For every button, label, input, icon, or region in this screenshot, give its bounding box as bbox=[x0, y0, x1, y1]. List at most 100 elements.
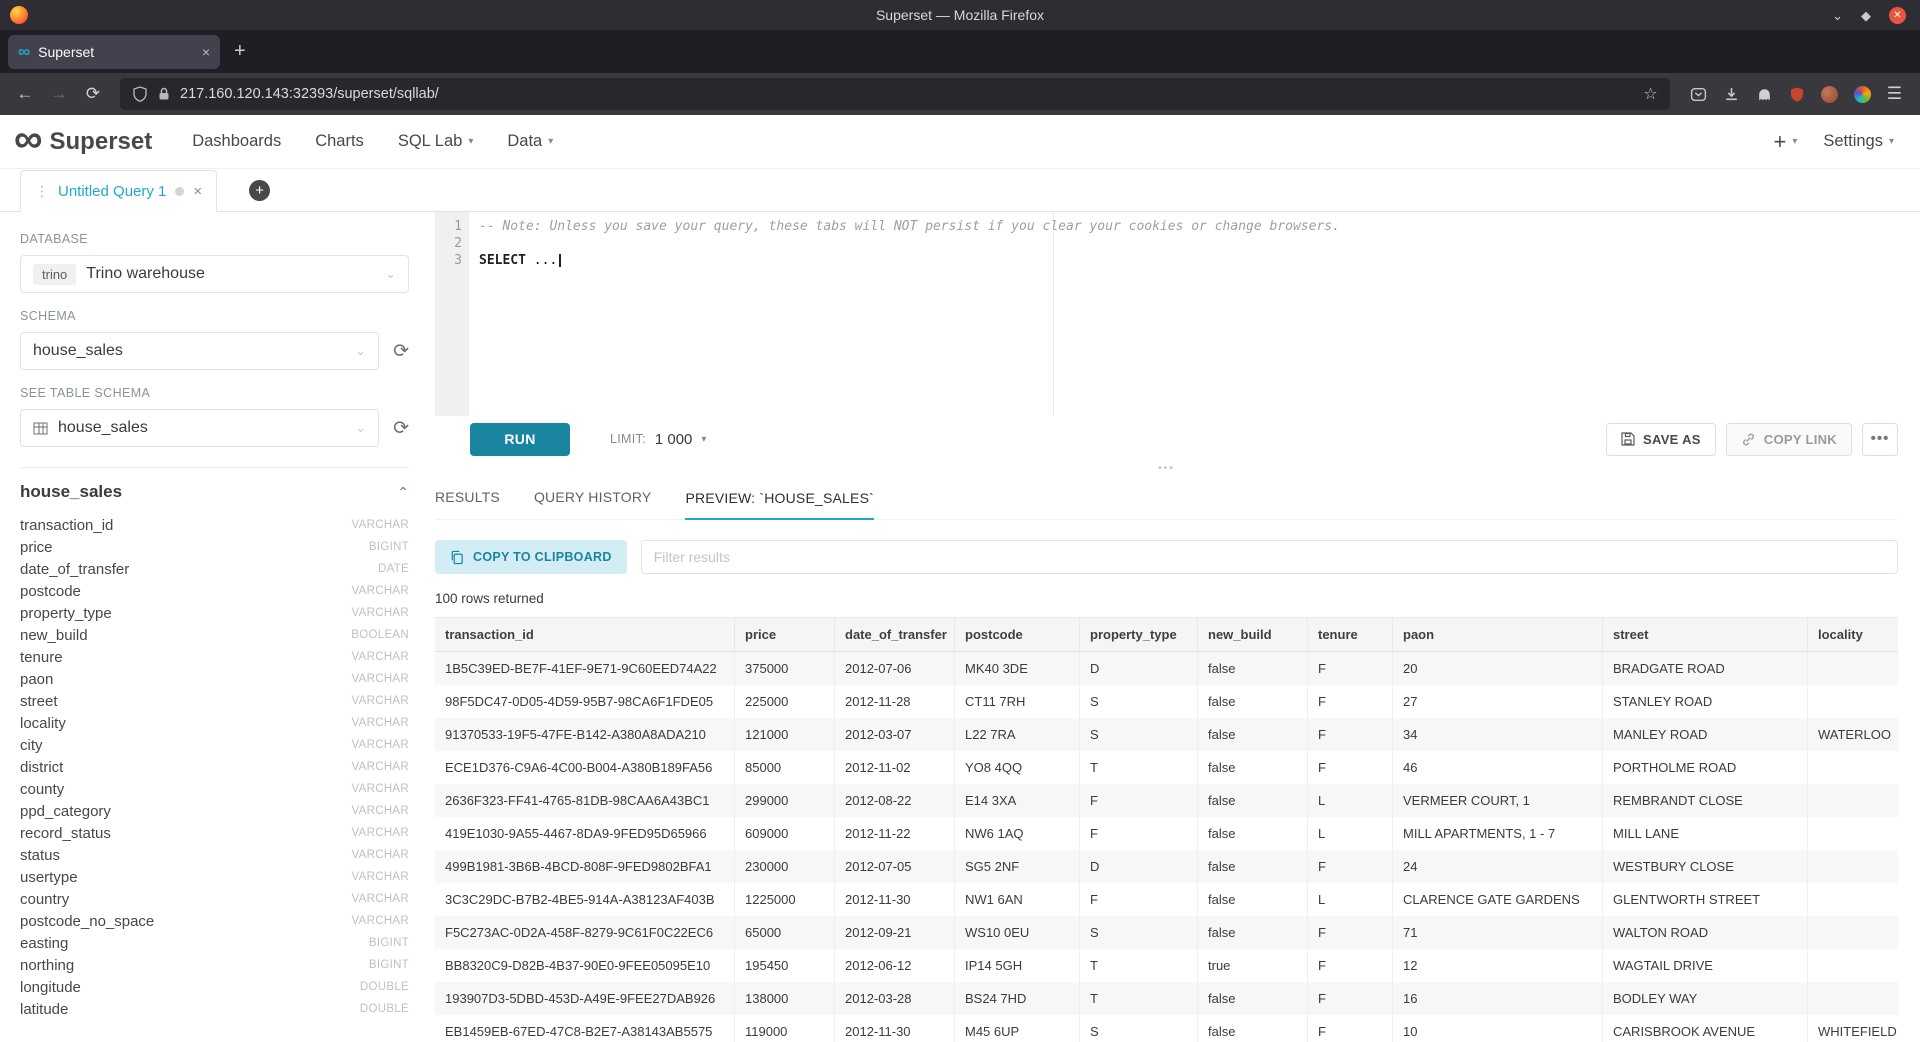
pane-resize-divider[interactable]: ••• bbox=[435, 462, 1898, 476]
schema-select[interactable]: house_sales ⌄ bbox=[20, 332, 379, 370]
download-icon[interactable] bbox=[1723, 86, 1740, 103]
reload-button[interactable]: ⟳ bbox=[78, 84, 108, 104]
resize-grip-icon[interactable]: ••• bbox=[1158, 463, 1175, 474]
browser-tab[interactable]: ∞ Superset × bbox=[8, 35, 220, 69]
column-name: country bbox=[20, 891, 69, 908]
column-type: DOUBLE bbox=[360, 981, 409, 993]
results-column-header[interactable]: street bbox=[1603, 618, 1808, 651]
nav-charts[interactable]: Charts bbox=[315, 132, 364, 151]
results-column-header[interactable]: transaction_id bbox=[435, 618, 735, 651]
results-table: transaction_idpricedate_of_transferpostc… bbox=[435, 617, 1898, 1042]
filter-results-input[interactable] bbox=[641, 540, 1898, 574]
superset-brand[interactable]: ∞ Superset bbox=[14, 128, 152, 156]
results-column-header[interactable]: property_type bbox=[1080, 618, 1198, 651]
superset-favicon-icon: ∞ bbox=[18, 43, 30, 60]
close-query-tab-icon[interactable]: × bbox=[193, 183, 202, 200]
results-column-header[interactable]: price bbox=[735, 618, 835, 651]
editor-code-area[interactable]: -- Note: Unless you save your query, the… bbox=[469, 212, 1898, 416]
pocket-icon[interactable] bbox=[1690, 86, 1707, 103]
results-column-header[interactable]: locality bbox=[1808, 618, 1898, 651]
results-table-cell: EB1459EB-67ED-47C8-B2E7-A38143AB5575 bbox=[435, 1015, 735, 1042]
results-toolbar: COPY TO CLIPBOARD bbox=[435, 540, 1898, 574]
results-table-cell: 27 bbox=[1393, 685, 1603, 718]
url-bar[interactable]: 217.160.120.143:32393/superset/sqllab/ ☆ bbox=[120, 78, 1670, 110]
add-query-tab-button[interactable]: + bbox=[249, 180, 270, 201]
close-window-icon[interactable]: ✕ bbox=[1889, 7, 1906, 24]
results-table-cell: false bbox=[1198, 751, 1308, 784]
collapse-chevron-icon[interactable]: ⌃ bbox=[397, 484, 409, 501]
results-table-cell: 46 bbox=[1393, 751, 1603, 784]
tab-close-icon[interactable]: × bbox=[202, 44, 210, 60]
results-table-cell: WATERLOO bbox=[1808, 718, 1898, 751]
refresh-schema-icon[interactable]: ⟳ bbox=[393, 340, 409, 363]
run-button[interactable]: RUN bbox=[470, 423, 570, 456]
nav-dashboards[interactable]: Dashboards bbox=[192, 132, 281, 151]
bookmark-star-icon[interactable]: ☆ bbox=[1643, 84, 1657, 104]
add-new-menu[interactable]: +▾ bbox=[1773, 129, 1797, 155]
column-name: longitude bbox=[20, 979, 81, 996]
results-table-cell: MILL APARTMENTS, 1 - 7 bbox=[1393, 817, 1603, 850]
column-type: VARCHAR bbox=[352, 915, 409, 927]
results-table-cell: NW1 6AN bbox=[955, 883, 1080, 916]
results-column-header[interactable]: tenure bbox=[1308, 618, 1393, 651]
tab-drag-handle-icon[interactable]: ⋮ bbox=[35, 183, 49, 200]
results-column-header[interactable]: postcode bbox=[955, 618, 1080, 651]
column-name: street bbox=[20, 693, 58, 710]
results-table-cell: 2012-11-30 bbox=[835, 883, 955, 916]
results-table-row: EB1459EB-67ED-47C8-B2E7-A38143AB55751190… bbox=[435, 1015, 1898, 1042]
column-name: transaction_id bbox=[20, 517, 113, 534]
forward-button[interactable]: → bbox=[44, 84, 74, 104]
copy-link-button[interactable]: COPY LINK bbox=[1726, 423, 1852, 456]
text-cursor bbox=[559, 254, 561, 267]
table-schema-label: SEE TABLE SCHEMA bbox=[20, 386, 409, 400]
settings-menu[interactable]: Settings▾ bbox=[1823, 132, 1894, 151]
column-name: district bbox=[20, 759, 63, 776]
firefox-logo-icon bbox=[10, 6, 28, 24]
limit-dropdown[interactable]: LIMIT: 1 000 ▾ bbox=[610, 431, 706, 448]
table-select[interactable]: house_sales ⌄ bbox=[20, 409, 379, 447]
extension-pinwheel-icon[interactable] bbox=[1854, 86, 1871, 103]
table-schema-header[interactable]: house_sales ⌃ bbox=[20, 482, 409, 502]
tab-results[interactable]: RESULTS bbox=[435, 489, 500, 519]
sql-empty-line bbox=[479, 235, 1898, 252]
column-type: VARCHAR bbox=[352, 827, 409, 839]
copy-to-clipboard-button[interactable]: COPY TO CLIPBOARD bbox=[435, 540, 627, 574]
results-column-header[interactable]: paon bbox=[1393, 618, 1603, 651]
back-button[interactable]: ← bbox=[10, 84, 40, 104]
maximize-icon[interactable]: ◆ bbox=[1861, 9, 1871, 22]
schema-column-row: usertypeVARCHAR bbox=[20, 866, 409, 888]
results-table-cell: F bbox=[1308, 982, 1393, 1015]
nav-data[interactable]: Data▾ bbox=[507, 132, 553, 151]
results-table-cell: REMBRANDT CLOSE bbox=[1603, 784, 1808, 817]
results-table-cell: 34 bbox=[1393, 718, 1603, 751]
profile-avatar-icon[interactable] bbox=[1821, 86, 1838, 103]
lock-icon[interactable] bbox=[157, 86, 171, 102]
extension-ghost-icon[interactable] bbox=[1756, 86, 1773, 103]
results-table-cell bbox=[1808, 850, 1898, 883]
browser-navbar: ← → ⟳ 217.160.120.143:32393/superset/sql… bbox=[0, 73, 1920, 115]
database-select[interactable]: trino Trino warehouse ⌄ bbox=[20, 255, 409, 293]
results-column-header[interactable]: new_build bbox=[1198, 618, 1308, 651]
query-tab[interactable]: ⋮ Untitled Query 1 × bbox=[20, 170, 217, 212]
tab-query-history[interactable]: QUERY HISTORY bbox=[534, 489, 652, 519]
nav-sql-lab[interactable]: SQL Lab▾ bbox=[398, 132, 474, 151]
refresh-table-icon[interactable]: ⟳ bbox=[393, 417, 409, 440]
results-table-cell: 16 bbox=[1393, 982, 1603, 1015]
new-tab-button[interactable]: + bbox=[234, 40, 246, 63]
ublock-shield-icon[interactable] bbox=[1789, 86, 1805, 103]
tracking-shield-icon[interactable] bbox=[132, 86, 148, 102]
url-text[interactable]: 217.160.120.143:32393/superset/sqllab/ bbox=[180, 86, 1634, 102]
tab-preview-house-sales[interactable]: PREVIEW: `HOUSE_SALES` bbox=[685, 490, 874, 520]
save-as-button[interactable]: SAVE AS bbox=[1606, 423, 1716, 456]
sidebar-divider bbox=[20, 467, 409, 468]
results-table-cell bbox=[1808, 916, 1898, 949]
more-actions-button[interactable]: ••• bbox=[1862, 423, 1898, 456]
results-column-header[interactable]: date_of_transfer bbox=[835, 618, 955, 651]
schema-column-row: postcodeVARCHAR bbox=[20, 580, 409, 602]
menu-icon[interactable]: ☰ bbox=[1887, 84, 1902, 104]
column-type: DATE bbox=[378, 563, 409, 575]
sql-select-line: SELECT ... bbox=[479, 252, 1898, 269]
column-type: VARCHAR bbox=[352, 783, 409, 795]
minimize-icon[interactable]: ⌄ bbox=[1832, 9, 1843, 22]
results-table-cell: E14 3XA bbox=[955, 784, 1080, 817]
